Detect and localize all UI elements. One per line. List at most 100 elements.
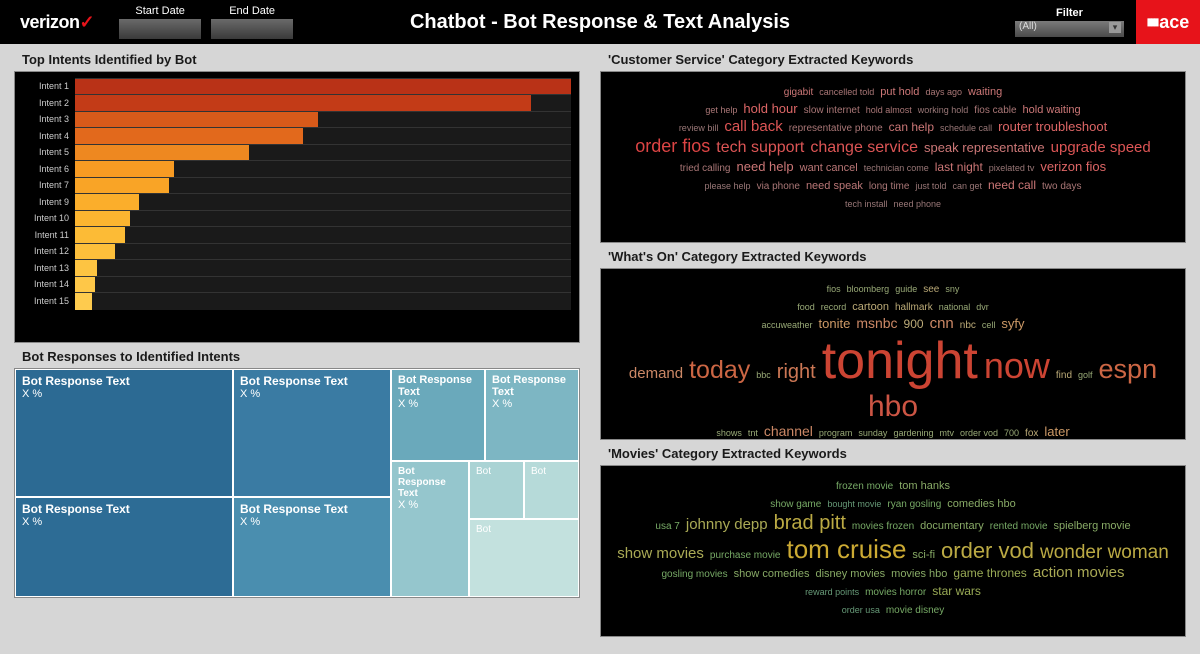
cloud-word[interactable]: movies frozen	[852, 522, 914, 533]
cloud-word[interactable]: order vod	[941, 539, 1034, 562]
cloud-word[interactable]: cell	[982, 321, 996, 330]
bar-row[interactable]: Intent 10	[17, 210, 571, 227]
cloud-word[interactable]: dvr	[976, 303, 989, 312]
cloud-word[interactable]: now	[984, 347, 1050, 385]
cloud-word[interactable]: disney movies	[815, 569, 885, 581]
cloud-word[interactable]: need call	[988, 179, 1036, 192]
cloud-word[interactable]: usa 7	[655, 522, 679, 533]
filter-select[interactable]: (All)	[1015, 21, 1124, 37]
cloud-word[interactable]: food	[797, 303, 815, 312]
cloud-word[interactable]: router troubleshoot	[998, 120, 1107, 134]
bar-row[interactable]: Intent 12	[17, 243, 571, 260]
cloud-word[interactable]: right	[777, 362, 816, 383]
cloud-word[interactable]: fox	[1025, 429, 1038, 440]
cloud-word[interactable]: 900	[904, 318, 924, 331]
cloud-word[interactable]: action movies	[1033, 565, 1125, 581]
cloud-word[interactable]: can help	[889, 121, 934, 134]
cloud-word[interactable]: tech support	[716, 140, 804, 157]
cloud-word[interactable]: fios	[827, 285, 841, 294]
cloud-word[interactable]: syfy	[1001, 317, 1024, 331]
cloud-word[interactable]: gigabit	[784, 88, 813, 99]
cloud-word[interactable]: please help	[705, 182, 751, 191]
treemap-cell[interactable]: Bot	[524, 461, 579, 519]
cloud-word[interactable]: documentary	[920, 521, 984, 533]
cloud-word[interactable]: need help	[737, 160, 794, 174]
cloud-word[interactable]: sny	[945, 285, 959, 294]
cloud-word[interactable]: upgrade speed	[1051, 140, 1151, 156]
bar-row[interactable]: Intent 9	[17, 194, 571, 211]
bar-row[interactable]: Intent 13	[17, 260, 571, 277]
cloud-word[interactable]: days ago	[925, 88, 962, 97]
cloud-word[interactable]: schedule call	[940, 124, 992, 133]
bar-row[interactable]: Intent 14	[17, 276, 571, 293]
cloud-word[interactable]: tried calling	[680, 164, 731, 175]
treemap-cell[interactable]: Bot Response TextX %	[391, 369, 485, 461]
cloud-word[interactable]: hold hour	[743, 102, 797, 116]
cloud-word[interactable]: long time	[869, 182, 910, 193]
cloud-word[interactable]: brad pitt	[774, 513, 846, 534]
cloud-word[interactable]: tnt	[748, 429, 758, 438]
cloud-word[interactable]: order usa	[842, 606, 880, 615]
cloud-word[interactable]: two days	[1042, 182, 1081, 193]
cloud-word[interactable]: reward points	[805, 588, 859, 597]
bar-row[interactable]: Intent 7	[17, 177, 571, 194]
cloud-word[interactable]: game thrones	[953, 567, 1026, 580]
cloud-word[interactable]: star wars	[932, 585, 981, 598]
cloud-word[interactable]: cartoon	[852, 302, 889, 314]
cloud-word[interactable]: bbc	[756, 371, 771, 380]
cloud-word[interactable]: order vod	[960, 429, 998, 438]
cloud-word[interactable]: shows	[716, 429, 742, 438]
cloud-word[interactable]: get help	[705, 106, 737, 115]
cloud-word[interactable]: later	[1044, 425, 1069, 439]
cloud-word[interactable]: cancelled told	[819, 88, 874, 97]
treemap-cell[interactable]: Bot	[469, 461, 524, 519]
bar-row[interactable]: Intent 1	[17, 78, 571, 95]
cloud-word[interactable]: want cancel	[800, 163, 858, 175]
cloud-word[interactable]: review bill	[679, 124, 719, 133]
cloud-word[interactable]: just told	[915, 182, 946, 191]
cloud-word[interactable]: wonder woman	[1040, 543, 1169, 563]
end-date-input[interactable]	[211, 19, 293, 39]
cloud-word[interactable]: movie disney	[886, 606, 944, 617]
cloud-word[interactable]: need speak	[806, 181, 863, 193]
treemap-cell[interactable]: Bot Response TextX %	[15, 497, 233, 597]
cloud-word[interactable]: show comedies	[734, 569, 810, 581]
cloud-word[interactable]: golf	[1078, 371, 1093, 380]
bar-row[interactable]: Intent 3	[17, 111, 571, 128]
cloud-word[interactable]: speak representative	[924, 141, 1045, 155]
cloud-word[interactable]: espn	[1099, 355, 1158, 383]
cloud-word[interactable]: comedies hbo	[947, 499, 1016, 511]
cloud-word[interactable]: see	[923, 285, 939, 296]
cloud-word[interactable]: representative phone	[789, 124, 883, 135]
cloud-word[interactable]: bought movie	[827, 500, 881, 509]
cloud-word[interactable]: put hold	[880, 87, 919, 99]
cloud-word[interactable]: technician come	[864, 164, 929, 173]
cloud-word[interactable]: mtv	[939, 429, 954, 438]
cloud-word[interactable]: last night	[935, 161, 983, 174]
cloud-word[interactable]: record	[821, 303, 847, 312]
cloud-word[interactable]: movies horror	[865, 588, 926, 599]
cloud-word[interactable]: via phone	[757, 182, 800, 193]
cloud-word[interactable]: tech install	[845, 200, 888, 209]
treemap-cell[interactable]: Bot Response TextX %	[15, 369, 233, 497]
cloud-word[interactable]: guide	[895, 285, 917, 294]
cloud-word[interactable]: frozen movie	[836, 482, 893, 493]
cloud-word[interactable]: slow internet	[804, 106, 860, 117]
cloud-word[interactable]: 700	[1004, 429, 1019, 438]
cloud-word[interactable]: show game	[770, 500, 821, 511]
cloud-word[interactable]: sci-fi	[912, 550, 935, 562]
cloud-word[interactable]: demand	[629, 366, 683, 382]
bar-row[interactable]: Intent 5	[17, 144, 571, 161]
bar-row[interactable]: Intent 4	[17, 128, 571, 145]
cloud-word[interactable]: movies hbo	[891, 569, 947, 581]
cloud-word[interactable]: can get	[952, 182, 982, 191]
treemap-cell[interactable]: Bot	[469, 519, 579, 597]
cloud-word[interactable]: gosling movies	[661, 570, 727, 581]
cloud-word[interactable]: tonight	[822, 334, 978, 389]
cloud-word[interactable]: johnny depp	[686, 517, 768, 533]
cloud-word[interactable]: change service	[810, 140, 918, 157]
cloud-word[interactable]: cnn	[930, 316, 954, 332]
cloud-word[interactable]: program	[819, 429, 853, 438]
cloud-word[interactable]: spielberg movie	[1054, 521, 1131, 533]
treemap-cell[interactable]: Bot Response TextX %	[233, 369, 391, 497]
